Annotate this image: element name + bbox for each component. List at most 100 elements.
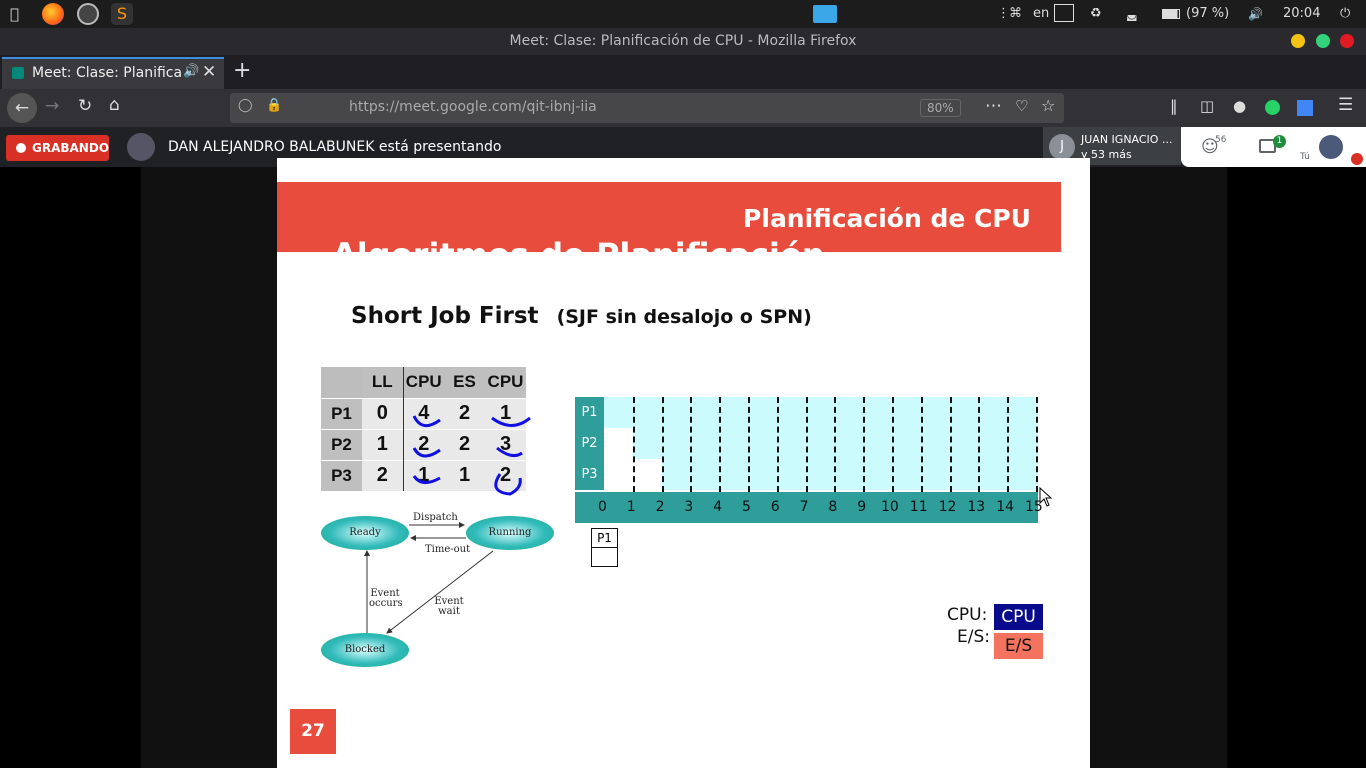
gantt-gridline	[920, 397, 923, 492]
gantt-gridline	[805, 397, 808, 492]
legend-cpu-label: CPU:	[947, 605, 988, 625]
presenter-text: DAN ALEJANDRO BALABUNEK está presentando	[168, 139, 502, 155]
legend-es-box: E/S	[994, 633, 1043, 659]
whatsapp-icon[interactable]	[1265, 100, 1280, 115]
gantt-tick-label: 7	[799, 499, 809, 515]
gantt-row-label: P3	[575, 459, 604, 490]
url-text[interactable]: https://meet.google.com/qit-ibnj-iia	[349, 99, 597, 115]
battery-icon[interactable]	[1162, 9, 1180, 19]
command-icon[interactable]: ⌘	[1009, 0, 1022, 28]
gantt-chart: P1 P2 P3 0 1 2 3 4 5 6 7 8 9 10 11 12 13 14 15	[575, 397, 1043, 523]
state-ready: Ready	[321, 516, 409, 550]
maximize-button[interactable]	[1316, 34, 1330, 48]
gantt-gridline	[632, 397, 635, 492]
gantt-tick-label: 13	[967, 499, 986, 515]
apple-icon[interactable]: 	[10, 0, 19, 28]
tab-audio-icon[interactable]: 🔊	[183, 64, 199, 79]
wifi-icon[interactable]: ◛	[1126, 0, 1138, 28]
heading-note: (SJF sin desalojo o SPN)	[556, 306, 812, 328]
bookmark-star-icon[interactable]: ☆	[1041, 96, 1055, 115]
participant-avatar: J	[1049, 134, 1075, 160]
page-actions-icon[interactable]: ⋯	[985, 96, 1002, 116]
state-diagram: Ready Running Blocked Dispatch Time-out …	[321, 513, 557, 673]
table-header: CPU	[485, 367, 526, 398]
gantt-gridline	[1007, 397, 1010, 492]
navigation-bar: ← → ↻ ⌂ ◯ 🔒 https://meet.google.com/qit-…	[0, 89, 1366, 127]
chat-count: 1	[1273, 135, 1286, 148]
gantt-tick-label: 0	[598, 499, 607, 515]
gantt-gridline	[748, 397, 750, 492]
gantt-gridline	[661, 397, 664, 492]
annotation-marks	[412, 415, 531, 496]
lock-icon[interactable]: 🔒	[266, 98, 282, 113]
new-tab-button[interactable]: +	[233, 58, 251, 83]
gantt-row-label: P1	[575, 397, 604, 428]
mouse-cursor	[1039, 487, 1053, 507]
pocket-icon[interactable]: ♡	[1015, 97, 1028, 115]
label-event-occurs: Event occurs	[369, 588, 403, 609]
gantt-tick-label: 1	[626, 499, 636, 515]
volume-icon[interactable]: 🔊	[1248, 0, 1263, 28]
gantt-tick-label: 12	[938, 499, 957, 515]
table-header: CPU	[402, 367, 444, 398]
self-avatar[interactable]	[1319, 135, 1343, 159]
gantt-gridline	[1036, 397, 1038, 492]
queue-label: P1	[592, 529, 617, 548]
gantt-gridline	[719, 397, 722, 492]
folder-icon[interactable]	[813, 5, 837, 23]
account-icon[interactable]: ●	[1233, 97, 1246, 115]
gantt-tick-label: 14	[996, 499, 1015, 515]
minimize-button[interactable]	[1291, 34, 1305, 48]
battery-percent: (97 %)	[1186, 6, 1230, 21]
state-blocked: Blocked	[321, 633, 409, 667]
language-indicator[interactable]: en	[1033, 0, 1049, 28]
sublime-icon[interactable]: S	[111, 3, 133, 25]
home-button[interactable]: ⌂	[109, 95, 120, 115]
tab-bar: Meet: Clase: Planificac 🔊 ✕ +	[0, 55, 1366, 89]
shield-icon[interactable]: ◯	[238, 98, 253, 113]
presenter-avatar	[127, 133, 155, 161]
table-header: ES	[444, 367, 485, 398]
hamburger-menu-icon[interactable]: ☰	[1338, 95, 1353, 115]
bluetooth-icon[interactable]: ♻	[1090, 0, 1102, 28]
window-title: Meet: Clase: Planificación de CPU - Mozi…	[509, 33, 857, 49]
legend-es-label: E/S:	[957, 627, 990, 647]
tab-label: Meet: Clase: Planificac	[32, 65, 182, 81]
queue-box: P1	[591, 528, 618, 567]
translate-icon[interactable]	[1297, 100, 1313, 116]
gantt-tick-label: 4	[713, 499, 723, 515]
table-cell: 0	[362, 397, 403, 429]
table-cell: 2	[362, 459, 403, 491]
clock[interactable]: 20:04	[1283, 0, 1320, 28]
gantt-row-label: P2	[575, 428, 604, 459]
mic-off-icon	[1351, 153, 1363, 165]
gantt-tick-label: 10	[881, 499, 899, 515]
close-window-button[interactable]	[1340, 34, 1354, 48]
gantt-gridline	[690, 397, 693, 492]
participant-name: JUAN IGNACIO ...	[1081, 133, 1173, 146]
zoom-indicator[interactable]: 80%	[920, 99, 961, 117]
record-dot-icon	[16, 143, 26, 153]
recording-button[interactable]: GRABANDO	[6, 135, 109, 161]
row-label: P3	[321, 459, 362, 491]
recording-label: GRABANDO	[32, 141, 110, 155]
power-icon[interactable]: ⏻	[1340, 0, 1350, 28]
slide-subtitle: Planificación de CPU	[743, 204, 1031, 233]
state-running: Running	[466, 516, 554, 550]
forward-button[interactable]: →	[45, 96, 59, 116]
gantt-cell	[661, 459, 1038, 490]
url-bar[interactable]: ◯ 🔒 https://meet.google.com/qit-ibnj-iia…	[230, 93, 1064, 123]
screen-icon[interactable]	[1054, 4, 1074, 22]
gantt-tick-label: 5	[742, 499, 751, 515]
tab-close-icon[interactable]: ✕	[202, 62, 216, 82]
library-icon[interactable]: ‖	[1170, 97, 1178, 115]
gantt-gridline	[776, 397, 779, 492]
reload-button[interactable]: ↻	[78, 96, 92, 116]
legend-cpu-box: CPU	[994, 604, 1043, 630]
gantt-cell	[604, 397, 1038, 428]
sidebar-icon[interactable]: ◫	[1200, 97, 1214, 115]
tab-meet[interactable]: Meet: Clase: Planificac 🔊 ✕	[2, 57, 224, 89]
firefox-icon[interactable]	[42, 3, 64, 25]
back-button[interactable]: ←	[7, 93, 37, 123]
chrome-icon[interactable]	[77, 3, 99, 25]
